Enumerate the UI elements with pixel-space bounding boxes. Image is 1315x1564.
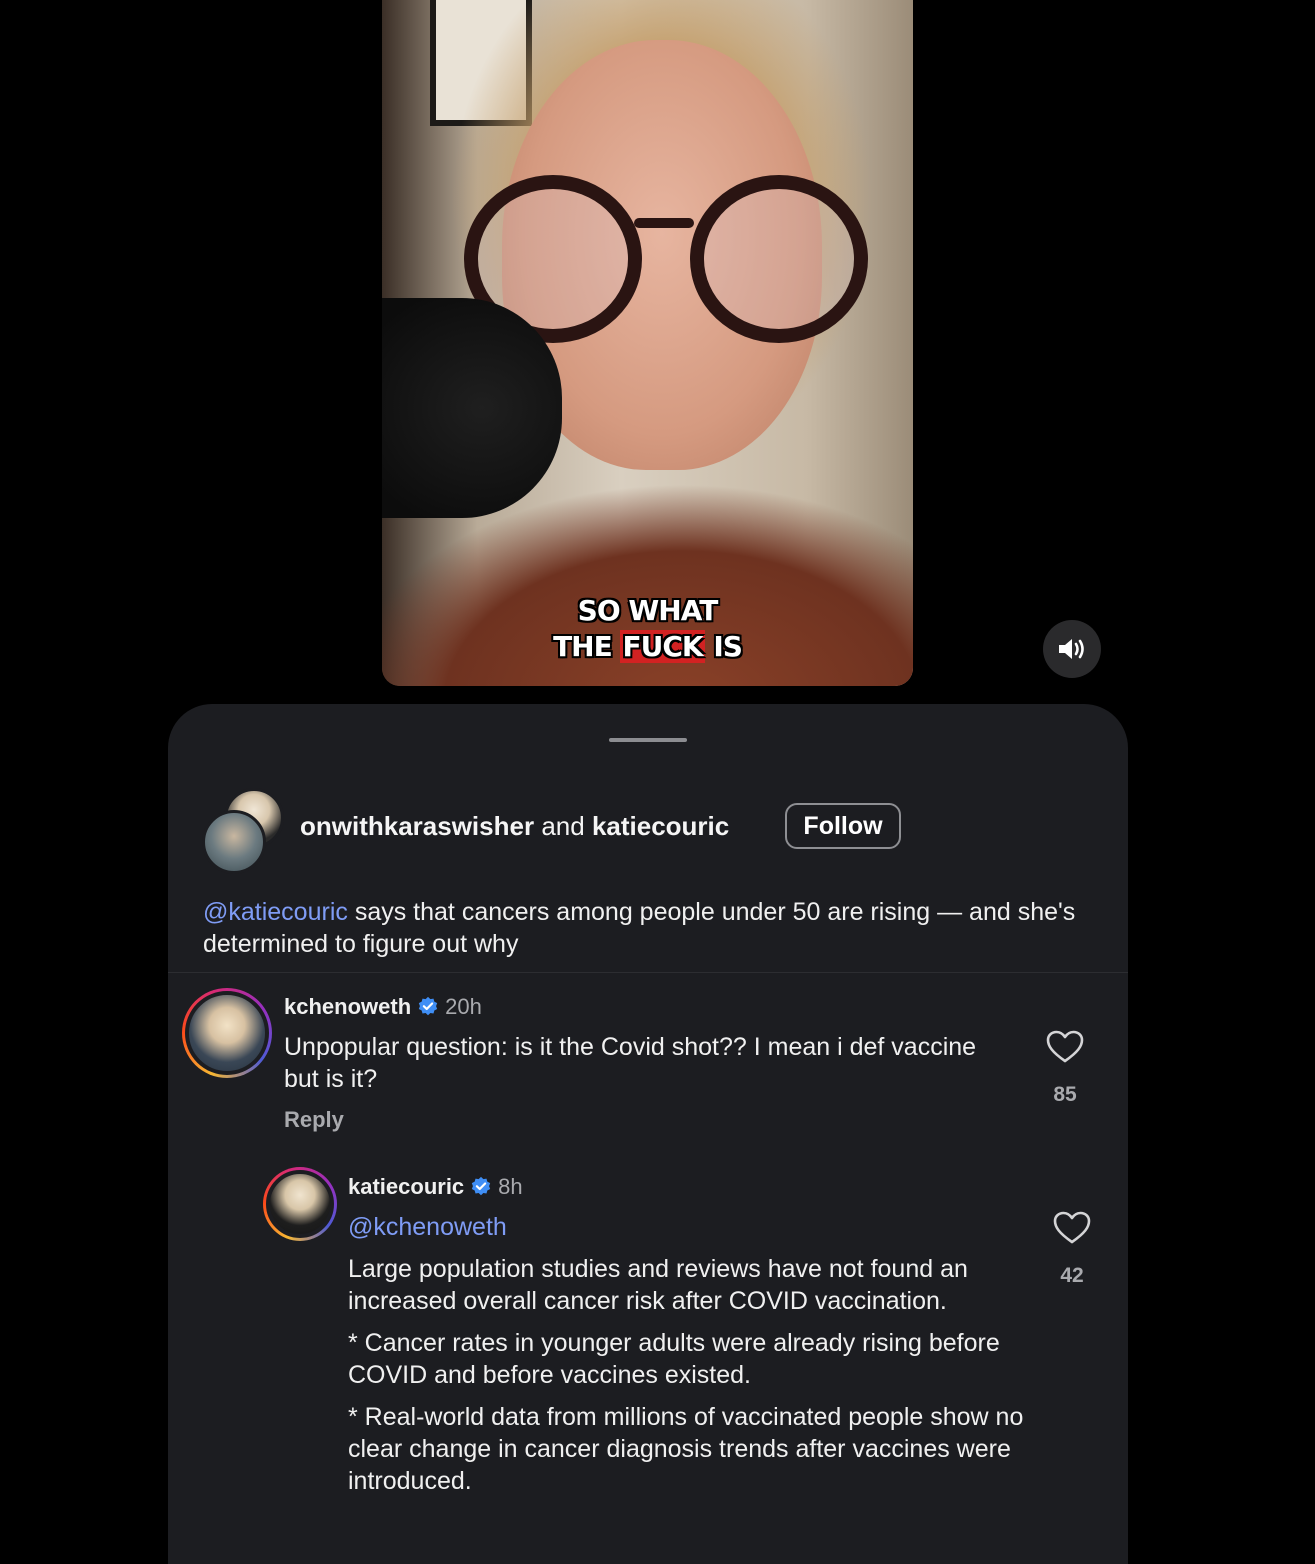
post-caption: @katiecouric says that cancers among peo… xyxy=(203,896,1083,960)
comment-time: 20h xyxy=(445,994,482,1019)
avatar-onwithkaraswisher xyxy=(202,810,266,874)
reply-avatar[interactable] xyxy=(263,1167,337,1241)
caption-pre: THE xyxy=(553,630,621,663)
comment-username-row: kchenoweth 20h xyxy=(284,994,482,1020)
comment-avatar[interactable] xyxy=(182,988,272,1078)
caption-post: IS xyxy=(704,630,743,663)
caption-highlight: FUCK xyxy=(620,630,705,663)
reply-body: @kchenoweth Large population studies and… xyxy=(348,1211,1028,1507)
reply-like[interactable]: 42 xyxy=(1052,1211,1092,1288)
avatar-katiecouric-reply xyxy=(266,1170,334,1238)
heart-icon[interactable] xyxy=(1046,1030,1084,1064)
reply-username-row: katiecouric 8h xyxy=(348,1174,523,1200)
verified-badge-icon xyxy=(472,1176,491,1196)
post-author-and: and xyxy=(541,811,585,841)
reply-paragraph-3: * Real-world data from millions of vacci… xyxy=(348,1403,1024,1495)
comment-username[interactable]: kchenoweth xyxy=(284,994,411,1020)
comment-text: Unpopular question: is it the Covid shot… xyxy=(284,1033,977,1093)
post-author-2[interactable]: katiecouric xyxy=(592,811,729,841)
post-author-1[interactable]: onwithkaraswisher xyxy=(300,811,534,841)
sound-toggle-button[interactable] xyxy=(1043,620,1101,678)
comment-like[interactable]: 85 xyxy=(1045,1030,1085,1107)
reply-paragraph-1: Large population studies and reviews hav… xyxy=(348,1255,968,1315)
video-microphone xyxy=(382,298,562,518)
reply-button[interactable]: Reply xyxy=(284,1107,344,1133)
video-player[interactable]: SO WHAT THE FUCK IS xyxy=(382,0,913,686)
sheet-drag-handle[interactable] xyxy=(609,738,687,742)
video-caption-line-2: THE FUCK IS xyxy=(382,630,913,663)
caption-divider xyxy=(168,972,1128,973)
reply-paragraph-2: * Cancer rates in younger adults were al… xyxy=(348,1329,1000,1389)
heart-icon[interactable] xyxy=(1053,1211,1091,1245)
avatar-kchenoweth xyxy=(185,991,269,1075)
like-count: 42 xyxy=(1060,1264,1084,1287)
caption-mention[interactable]: @katiecouric xyxy=(203,898,348,926)
reply-username[interactable]: katiecouric xyxy=(348,1174,464,1200)
reply-mention[interactable]: @kchenoweth xyxy=(348,1211,1028,1243)
like-count: 85 xyxy=(1053,1083,1077,1106)
video-caption-line-1: SO WHAT xyxy=(577,594,719,627)
follow-button[interactable]: Follow xyxy=(785,803,901,849)
speaker-on-icon xyxy=(1059,639,1084,659)
verified-badge-icon xyxy=(418,996,438,1016)
comments-sheet: onwithkaraswisher and katiecouric Follow… xyxy=(168,704,1128,1564)
post-authors-avatars[interactable] xyxy=(202,788,288,874)
video-glasses-right xyxy=(690,175,868,343)
reply-time: 8h xyxy=(498,1174,523,1199)
video-glasses-bridge xyxy=(634,218,694,228)
post-authors[interactable]: onwithkaraswisher and katiecouric xyxy=(300,811,729,842)
